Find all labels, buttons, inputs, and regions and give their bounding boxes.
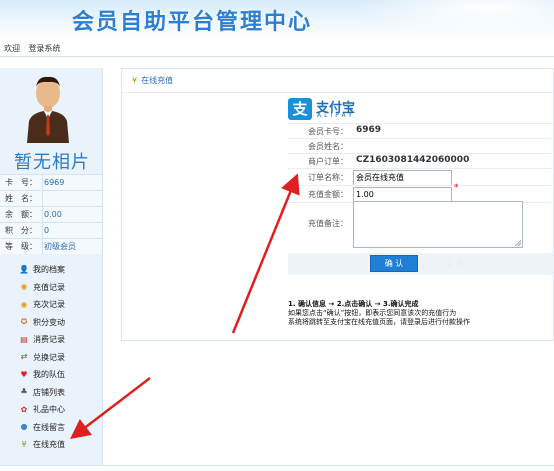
instruction-line: 系统将跳转至支付宝在线充值页面，请登录后进行付款操作: [288, 318, 470, 326]
swap-icon: ⇄: [20, 352, 28, 362]
money-bag-icon: ¥: [21, 439, 27, 449]
store-icon: ♣: [20, 387, 28, 397]
sidebar-item-label: 积分变动: [33, 317, 65, 327]
calendar-icon: ▤: [20, 334, 28, 344]
row-amount: 充值金额： 1.00 *: [288, 183, 554, 203]
sidebar-item-label: 兑换记录: [33, 352, 65, 362]
sidebar-item-label: 我的档案: [33, 265, 65, 275]
sidebar-item-label: 消费记录: [33, 335, 65, 345]
sidebar-item-label: 礼品中心: [33, 405, 65, 415]
card-value: 6969: [356, 125, 382, 135]
coins-icon: ◉: [20, 299, 28, 309]
confirm-button[interactable]: 确 认: [370, 255, 418, 272]
divider: [42, 239, 43, 255]
banner-decoration: [330, 0, 554, 40]
avatar: [27, 76, 69, 143]
order-label: 商户订单：: [308, 157, 348, 166]
info-key: 余 额：: [5, 210, 37, 219]
alipay-form: 支 支付宝 ALIPAY 会员卡号： 6969 会员姓名： 商户订单： CZ16…: [288, 96, 554, 301]
medal-icon: ✪: [20, 317, 28, 327]
top-bar: 欢迎 登录系统: [0, 40, 554, 57]
info-value: 初级会员: [44, 242, 76, 251]
member-info-row: 等 级： 初级会员: [0, 238, 102, 255]
info-value: 6969: [44, 178, 65, 187]
row-title: 订单名称： 会员在线充值: [288, 168, 554, 186]
banner-title: 会员自助平台管理中心: [72, 10, 313, 35]
sidebar-item-10[interactable]: ¥ 在线充值: [0, 436, 102, 454]
name-label: 会员姓名：: [308, 142, 348, 151]
page: 会员自助平台管理中心 欢迎 登录系统 暂无相片 卡 号： 6969 姓 名： 余 额：…: [0, 0, 554, 471]
welcome-text: 欢迎: [4, 44, 20, 53]
alipay-icon: 支: [288, 98, 312, 120]
sidebar-item-label: 店铺列表: [33, 387, 65, 397]
sidebar-item-6[interactable]: ♥ 我的队伍: [0, 366, 102, 384]
sidebar-item-1[interactable]: ◉ 充值记录: [0, 279, 102, 297]
instructions: 1. 确认信息 → 2.点击确认 → 3.确认完成 如果您点击“确认”按钮，即表…: [288, 300, 554, 327]
button-bar: [288, 253, 554, 275]
info-key: 姓 名：: [5, 194, 37, 203]
sidebar-item-0[interactable]: 👤 我的档案: [0, 261, 102, 279]
amount-label: 充值金额：: [308, 190, 348, 199]
sidebar-item-5[interactable]: ⇄ 兑换记录: [0, 349, 102, 367]
sidebar-item-8[interactable]: ✿ 礼品中心: [0, 401, 102, 419]
sidebar-item-label: 充值记录: [33, 282, 65, 292]
instruction-line: 如果您点击“确认”按钮，即表示您同意该次的充值行为: [288, 309, 457, 317]
sidebar-item-3[interactable]: ✪ 积分变动: [0, 314, 102, 332]
row-card: 会员卡号： 6969: [288, 123, 554, 138]
sidebar-menu: 👤 我的档案 ◉ 充值记录 ◉ 充次记录 ✪ 积分变动 ▤ 消费记录 ⇄ 兑换记录 ♥ 我的队伍 ♣ 店铺列表…: [0, 261, 102, 454]
info-key: 卡 号：: [5, 178, 37, 187]
member-info-row: 积 分： 0: [0, 222, 102, 239]
divider: [42, 223, 43, 239]
member-info-row: 姓 名：: [0, 190, 102, 207]
divider: [42, 191, 43, 207]
reset-button[interactable]: 重 置: [446, 258, 465, 269]
sidebar-item-label: 在线充值: [33, 440, 65, 450]
banner: 会员自助平台管理中心: [0, 0, 554, 40]
sidebar-item-2[interactable]: ◉ 充次记录: [0, 296, 102, 314]
chat-icon: ●: [20, 422, 28, 432]
info-value: 0: [44, 226, 50, 235]
sidebar-item-label: 充次记录: [33, 300, 65, 310]
title-label: 订单名称：: [308, 173, 348, 182]
required-mark: *: [454, 183, 459, 193]
avatar-caption: 暂无相片: [14, 152, 90, 173]
heart-icon: ♥: [20, 369, 28, 379]
divider: [42, 207, 43, 223]
info-value: 0.00: [44, 210, 62, 219]
order-value: CZ1603081442060000: [356, 155, 470, 165]
member-info: 卡 号： 6969 姓 名： 余 额： 0.00 积 分： 0 等 级： 初级会员: [0, 174, 102, 255]
sidebar-item-label: 在线留言: [33, 422, 65, 432]
info-key: 积 分：: [5, 226, 37, 235]
info-key: 等 级：: [5, 242, 37, 251]
sidebar: 暂无相片 卡 号： 6969 姓 名： 余 额： 0.00 积 分： 0 等 级： 初级会员 👤…: [0, 68, 103, 465]
logout-link[interactable]: 登录系统: [29, 44, 61, 53]
sidebar-item-4[interactable]: ▤ 消费记录: [0, 331, 102, 349]
member-info-row: 余 额： 0.00: [0, 206, 102, 223]
row-name: 会员姓名：: [288, 138, 554, 153]
sidebar-item-7[interactable]: ♣ 店铺列表: [0, 384, 102, 402]
panel-title: 在线充值: [141, 76, 174, 85]
row-order: 商户订单： CZ1603081442060000: [288, 153, 554, 168]
resize-handle[interactable]: [515, 240, 521, 246]
remark-textarea[interactable]: [353, 201, 523, 248]
money-bag-icon: ¥: [132, 76, 138, 85]
card-label: 会员卡号：: [308, 127, 348, 136]
divider: [42, 175, 43, 191]
sidebar-item-label: 我的队伍: [33, 370, 65, 380]
alipay-logo: 支 支付宝 ALIPAY: [288, 96, 388, 122]
alipay-logo-en: ALIPAY: [317, 112, 355, 119]
coins-icon: ◉: [20, 282, 28, 292]
person-icon: 👤: [19, 264, 29, 274]
remark-label: 充值备注：: [308, 219, 348, 228]
instruction-steps: 1. 确认信息 → 2.点击确认 → 3.确认完成: [288, 300, 419, 308]
sidebar-item-9[interactable]: ● 在线留言: [0, 419, 102, 437]
gift-icon: ✿: [20, 404, 28, 414]
footer-strip: [0, 465, 554, 471]
main-panel: ¥ 在线充值 支 支付宝 ALIPAY 会员卡号： 6969 会员姓名： 商户订单…: [121, 68, 554, 341]
member-info-row: 卡 号： 6969: [0, 174, 102, 191]
panel-header: ¥ 在线充值: [122, 69, 553, 93]
order-title-input[interactable]: 会员在线充值: [353, 170, 452, 186]
